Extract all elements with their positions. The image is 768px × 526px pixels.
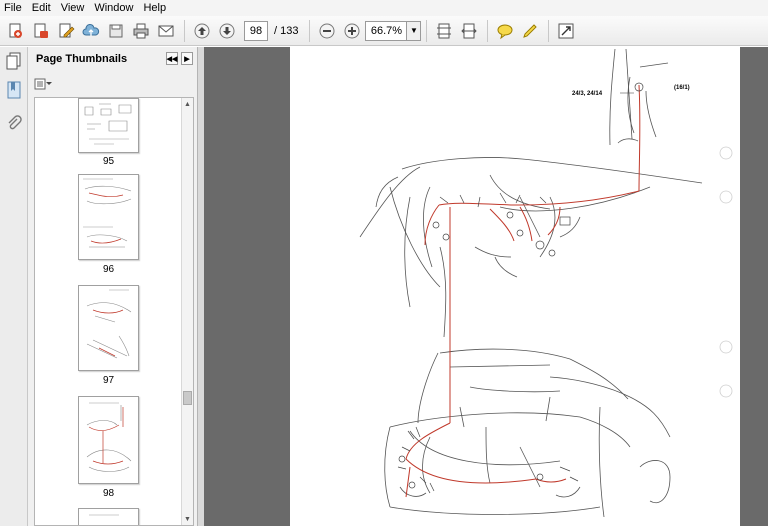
zoom-in-icon[interactable] bbox=[340, 19, 364, 43]
toolbar-separator bbox=[548, 19, 550, 42]
navigation-pane-icons bbox=[0, 47, 28, 526]
open-icon[interactable] bbox=[29, 19, 53, 43]
scroll-up-icon[interactable]: ▲ bbox=[182, 98, 193, 110]
panel-menu-icon[interactable]: ▶ bbox=[181, 52, 193, 65]
scroll-down-icon[interactable]: ▼ bbox=[182, 513, 193, 525]
thumbnails-list: 95 96 97 98 ▲ ▼ bbox=[34, 97, 194, 526]
fit-page-icon[interactable] bbox=[432, 19, 456, 43]
scrollbar-thumb[interactable] bbox=[183, 391, 192, 405]
toolbar-separator bbox=[184, 19, 185, 42]
thumbnail-page-95[interactable] bbox=[78, 98, 139, 153]
thumbnail-label: 98 bbox=[102, 488, 115, 499]
highlight-icon[interactable] bbox=[518, 19, 542, 43]
previous-page-icon[interactable] bbox=[190, 19, 214, 43]
toolbar-separator bbox=[426, 19, 428, 42]
thumbnails-scrollbar[interactable]: ▲ ▼ bbox=[181, 98, 193, 525]
page-number-input[interactable]: 98 bbox=[244, 20, 268, 41]
menu-help[interactable]: Help bbox=[143, 2, 166, 14]
collapse-panel-icon[interactable]: ◀◀ bbox=[166, 52, 178, 65]
document-page: 24/3, 24/14 (16/1) bbox=[290, 47, 740, 526]
thumbnail-page-97[interactable] bbox=[78, 285, 139, 371]
create-pdf-icon[interactable] bbox=[4, 19, 28, 43]
panel-toolbar bbox=[28, 71, 197, 97]
thumbnail-label: 95 bbox=[102, 156, 115, 167]
menu-file[interactable]: File bbox=[4, 2, 22, 14]
options-menu-icon[interactable] bbox=[34, 77, 52, 91]
menu-bar: File Edit View Window Help bbox=[0, 0, 768, 16]
bookmarks-icon[interactable] bbox=[4, 80, 24, 100]
thumbnail-page-96[interactable] bbox=[78, 174, 139, 260]
toolbar: 98 / 133 66.7% ▼ bbox=[0, 16, 768, 46]
callout-right: (16/1) bbox=[674, 85, 690, 91]
chevron-down-icon[interactable]: ▼ bbox=[407, 20, 422, 41]
attachments-icon[interactable] bbox=[4, 114, 24, 134]
thumbnail-page-99[interactable] bbox=[78, 508, 139, 525]
fit-width-icon[interactable] bbox=[457, 19, 481, 43]
full-screen-icon[interactable] bbox=[554, 19, 578, 43]
document-view: 24/3, 24/14 (16/1) bbox=[204, 47, 768, 526]
email-icon[interactable] bbox=[154, 19, 178, 43]
wiring-diagram bbox=[359, 48, 733, 518]
thumbnails-panel: Page Thumbnails ◀◀ ▶ 95 96 97 98 ▲ ▼ bbox=[28, 47, 198, 526]
edit-icon[interactable] bbox=[54, 19, 78, 43]
panel-title: Page Thumbnails bbox=[36, 53, 128, 65]
zoom-level-input[interactable]: 66.7% bbox=[365, 20, 408, 41]
menu-view[interactable]: View bbox=[61, 2, 85, 14]
thumbnail-label: 97 bbox=[102, 375, 115, 386]
save-icon[interactable] bbox=[104, 19, 128, 43]
callout-left: 24/3, 24/14 bbox=[572, 91, 603, 97]
thumbnail-page-98[interactable] bbox=[78, 396, 139, 484]
next-page-icon[interactable] bbox=[215, 19, 239, 43]
page-thumbnails-icon[interactable] bbox=[4, 51, 24, 71]
menu-edit[interactable]: Edit bbox=[32, 2, 51, 14]
print-icon[interactable] bbox=[129, 19, 153, 43]
panel-header: Page Thumbnails ◀◀ ▶ bbox=[28, 47, 197, 71]
menu-window[interactable]: Window bbox=[94, 2, 133, 14]
page-total: / 133 bbox=[274, 24, 299, 37]
cloud-upload-icon[interactable] bbox=[79, 19, 103, 43]
thumbnail-label: 96 bbox=[102, 264, 115, 275]
comment-icon[interactable] bbox=[493, 19, 517, 43]
toolbar-separator bbox=[309, 19, 311, 42]
toolbar-separator bbox=[487, 19, 489, 42]
zoom-out-icon[interactable] bbox=[315, 19, 339, 43]
